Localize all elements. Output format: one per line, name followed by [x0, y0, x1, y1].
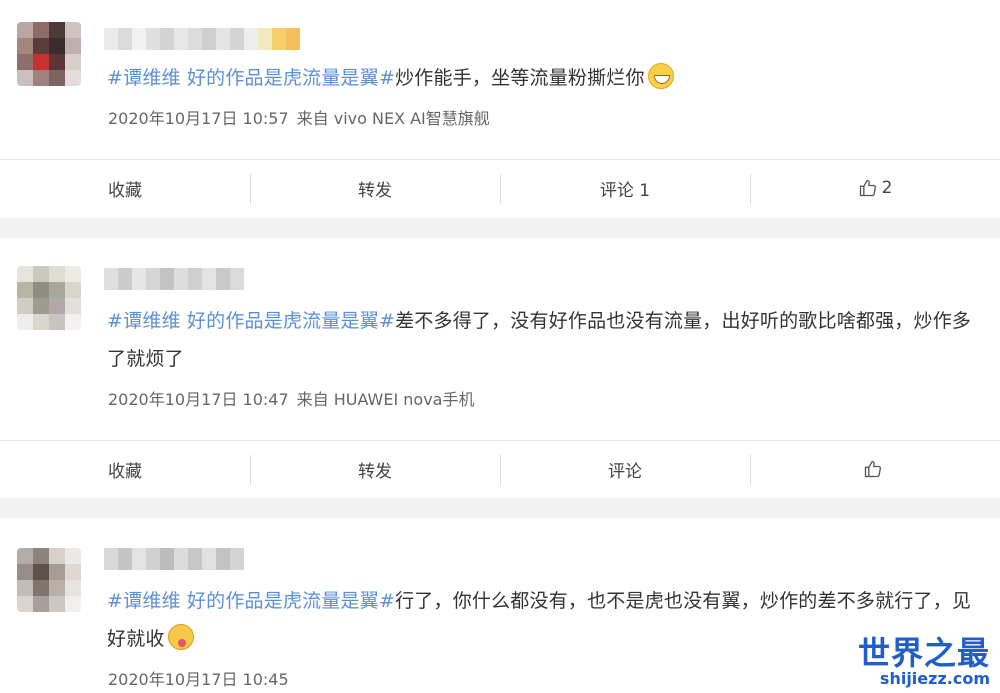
thumbs-up-icon	[859, 179, 876, 197]
comment-button[interactable]: 评论 1	[500, 160, 750, 216]
comment-body: 炒作能手，坐等流量粉撕烂你	[395, 67, 645, 89]
comment-text: #谭维维 好的作品是虎流量是翼#炒作能手，坐等流量粉撕烂你	[107, 59, 977, 97]
timestamp[interactable]: 2020年10月17日 10:47	[108, 390, 289, 409]
avatar[interactable]	[17, 22, 81, 86]
comment-card-1: #谭维维 好的作品是虎流量是翼#炒作能手，坐等流量粉撕烂你 2020年10月17…	[0, 0, 1000, 220]
comment-meta: 2020年10月17日 10:57 来自 vivo NEX AI智慧旗舰	[108, 105, 490, 129]
grin-emoji-icon	[647, 63, 674, 89]
action-bar: 收藏 转发 评论	[0, 441, 1000, 497]
comment-text: #谭维维 好的作品是虎流量是翼#行了，你什么都没有，也不是虎也没有翼，炒作的差不…	[107, 582, 977, 658]
comment-card-2: #谭维维 好的作品是虎流量是翼#差不多得了，没有好作品也没有流量，出好听的歌比啥…	[0, 238, 1000, 500]
watermark-title: 世界之最	[857, 634, 990, 672]
comment-meta: 2020年10月17日 10:47 来自 HUAWEI nova手机	[108, 386, 474, 410]
source-label: 来自 HUAWEI nova手机	[296, 390, 475, 409]
username-blurred[interactable]	[104, 548, 244, 570]
action-bar: 收藏 转发 评论 1 2	[0, 160, 1000, 216]
section-gap	[0, 498, 1000, 518]
section-gap	[0, 218, 1000, 238]
username-blurred[interactable]	[104, 268, 244, 290]
comment-meta: 2020年10月17日 10:45	[108, 666, 289, 690]
watermark-url: shijiezz.com	[879, 669, 990, 688]
repost-button[interactable]: 转发	[250, 441, 500, 497]
thumbs-up-icon	[864, 460, 882, 478]
like-button[interactable]	[750, 441, 1000, 497]
like-button[interactable]: 2	[750, 160, 1000, 216]
timestamp[interactable]: 2020年10月17日 10:57	[108, 109, 289, 128]
comment-button[interactable]: 评论	[500, 441, 750, 497]
hashtag-link[interactable]: #谭维维 好的作品是虎流量是翼#	[107, 590, 395, 612]
hashtag-link[interactable]: #谭维维 好的作品是虎流量是翼#	[107, 310, 395, 332]
timestamp[interactable]: 2020年10月17日 10:45	[108, 670, 289, 689]
favorite-button[interactable]: 收藏	[0, 160, 250, 216]
watermark-logo: 世界之最 shijiezz.com	[858, 636, 990, 688]
avatar[interactable]	[17, 548, 81, 612]
like-count: 2	[881, 178, 893, 198]
avatar[interactable]	[17, 266, 81, 330]
repost-button[interactable]: 转发	[250, 160, 500, 216]
username-blurred[interactable]	[104, 28, 300, 50]
favorite-button[interactable]: 收藏	[0, 441, 250, 497]
source-label: 来自 vivo NEX AI智慧旗舰	[296, 109, 490, 128]
hashtag-link[interactable]: #谭维维 好的作品是虎流量是翼#	[107, 67, 395, 89]
comment-text: #谭维维 好的作品是虎流量是翼#差不多得了，没有好作品也没有流量，出好听的歌比啥…	[107, 302, 977, 378]
comment-card-3: #谭维维 好的作品是虎流量是翼#行了，你什么都没有，也不是虎也没有翼，炒作的差不…	[0, 518, 1000, 693]
yum-emoji-icon	[167, 624, 194, 650]
